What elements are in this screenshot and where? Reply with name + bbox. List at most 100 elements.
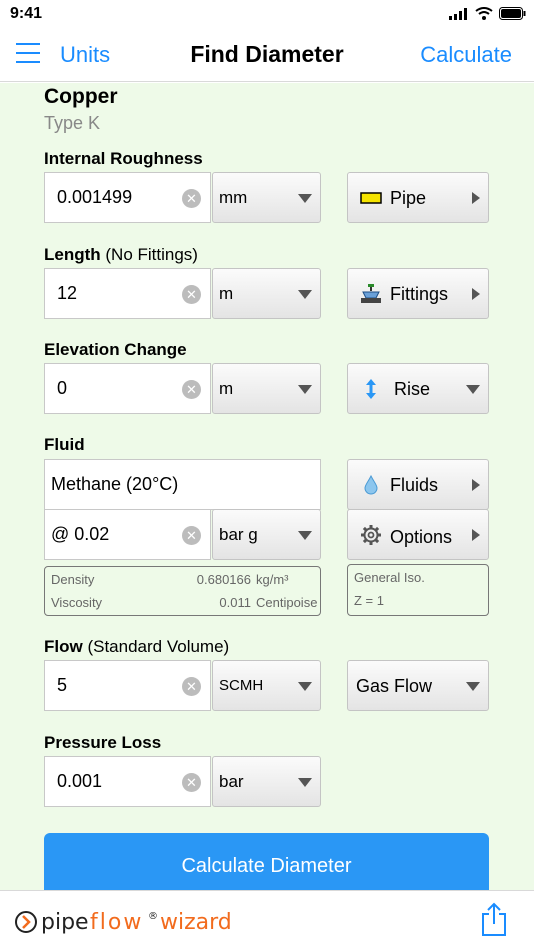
chevron-down-icon <box>298 531 312 540</box>
chevron-down-icon <box>298 682 312 691</box>
signal-icon <box>449 7 467 20</box>
chevron-right-icon <box>472 288 480 300</box>
calculate-nav-button[interactable]: Calculate <box>420 42 512 68</box>
vertical-arrows-icon <box>366 379 376 399</box>
units-button[interactable]: Units <box>60 42 110 68</box>
flow-label-text: Flow <box>44 637 83 656</box>
clear-icon[interactable]: ✕ <box>182 677 201 696</box>
hamburger-icon[interactable] <box>16 43 40 65</box>
rise-select[interactable]: Rise <box>347 363 489 414</box>
clear-icon[interactable]: ✕ <box>182 773 201 792</box>
fittings-button[interactable]: Fittings <box>347 268 489 319</box>
length-label-text: Length <box>44 245 101 264</box>
flow-label: Flow (Standard Volume) <box>44 637 229 657</box>
gas-model-box: General Iso. Z = 1 <box>347 564 489 616</box>
calculate-diameter-button[interactable]: Calculate Diameter <box>44 833 489 890</box>
density-unit: kg/m³ <box>256 572 289 587</box>
pressure-value: @ 0.02 <box>51 524 110 544</box>
density-label: Density <box>51 572 95 587</box>
roughness-unit: mm <box>219 188 248 207</box>
fluid-label: Fluid <box>44 435 85 454</box>
length-value: 12 <box>57 283 78 303</box>
options-button-label: Options <box>390 527 453 547</box>
viscosity-label: Viscosity <box>51 595 103 610</box>
pipe-icon <box>360 192 382 204</box>
wifi-icon <box>475 7 493 20</box>
fittings-button-label: Fittings <box>390 284 449 304</box>
svg-text:wizard: wizard <box>160 910 232 935</box>
footer-toolbar: pipe flow ® wizard <box>0 890 534 950</box>
flow-note: (Standard Volume) <box>87 637 230 656</box>
flow-type-select[interactable]: Gas Flow <box>347 660 489 711</box>
roughness-unit-select[interactable]: mm <box>212 172 321 223</box>
roughness-input[interactable]: 0.001499 ✕ <box>44 172 211 223</box>
pressure-input[interactable]: @ 0.02 ✕ <box>44 509 211 560</box>
clear-icon[interactable]: ✕ <box>182 526 201 545</box>
elevation-label: Elevation Change <box>44 340 187 359</box>
chevron-right-icon <box>472 192 480 204</box>
pressure-loss-input[interactable]: 0.001 ✕ <box>44 756 211 807</box>
pipeflow-logo: pipe flow ® wizard <box>15 910 232 935</box>
gear-icon <box>361 525 381 545</box>
clear-icon[interactable]: ✕ <box>182 189 201 208</box>
length-input[interactable]: 12 ✕ <box>44 268 211 319</box>
options-button[interactable]: Options <box>347 509 489 560</box>
pressure-loss-unit-select[interactable]: bar <box>212 756 321 807</box>
fluid-properties-box: Density 0.680166 kg/m³ Viscosity 0.011 C… <box>44 566 321 616</box>
elevation-unit: m <box>219 379 234 398</box>
viscosity-value: 0.011 <box>219 595 251 610</box>
roughness-label: Internal Roughness <box>44 149 203 168</box>
elevation-input[interactable]: 0 ✕ <box>44 363 211 414</box>
length-note: (No Fittings) <box>105 245 198 264</box>
svg-text:®: ® <box>148 911 158 922</box>
pressure-unit: bar g <box>219 525 258 544</box>
material-name: Copper <box>44 85 118 108</box>
pressure-loss-unit: bar <box>219 772 244 791</box>
elevation-value: 0 <box>57 378 68 398</box>
chevron-right-icon <box>472 479 480 491</box>
flow-input[interactable]: 5 ✕ <box>44 660 211 711</box>
fluids-button[interactable]: Fluids <box>347 459 489 510</box>
length-unit-select[interactable]: m <box>212 268 321 319</box>
material-type: Type K <box>44 113 101 133</box>
chevron-down-icon <box>466 682 480 691</box>
pressure-loss-value: 0.001 <box>57 771 103 791</box>
form-area: Copper Type K Internal Roughness 0.00149… <box>0 83 534 890</box>
gas-model: General Iso. <box>354 570 425 585</box>
density-value: 0.680166 <box>196 572 251 587</box>
chevron-down-icon <box>298 385 312 394</box>
navigation-bar: Units Find Diameter Calculate <box>0 30 534 82</box>
fluid-name: Methane (20°C) <box>51 474 179 494</box>
rise-label: Rise <box>394 379 431 399</box>
flow-unit: SCMH <box>219 677 264 694</box>
status-time: 9:41 <box>10 5 43 22</box>
pipe-button[interactable]: Pipe <box>347 172 489 223</box>
length-unit: m <box>219 284 234 303</box>
chevron-down-icon <box>298 290 312 299</box>
pressure-unit-select[interactable]: bar g <box>212 509 321 560</box>
clear-icon[interactable]: ✕ <box>182 380 201 399</box>
status-icons <box>449 7 526 20</box>
pipe-button-label: Pipe <box>390 188 427 208</box>
flow-unit-select[interactable]: SCMH <box>212 660 321 711</box>
battery-icon <box>499 7 526 20</box>
fluids-button-label: Fluids <box>390 475 439 495</box>
roughness-value: 0.001499 <box>57 187 133 207</box>
svg-text:flow: flow <box>90 910 143 935</box>
z-factor: Z = 1 <box>354 593 384 608</box>
length-label: Length (No Fittings) <box>44 245 198 265</box>
flow-type: Gas Flow <box>356 676 433 696</box>
svg-text:pipe: pipe <box>41 910 89 935</box>
valve-icon <box>361 284 381 303</box>
fluid-name-field[interactable]: Methane (20°C) <box>44 459 321 510</box>
chevron-down-icon <box>466 385 480 394</box>
droplet-icon <box>364 474 378 495</box>
clear-icon[interactable]: ✕ <box>182 285 201 304</box>
share-icon[interactable] <box>480 902 508 936</box>
viscosity-unit: Centipoise <box>256 595 318 610</box>
flow-value: 5 <box>57 675 68 695</box>
chevron-down-icon <box>298 778 312 787</box>
elevation-unit-select[interactable]: m <box>212 363 321 414</box>
chevron-right-icon <box>472 529 480 541</box>
status-bar: 9:41 <box>0 0 534 30</box>
